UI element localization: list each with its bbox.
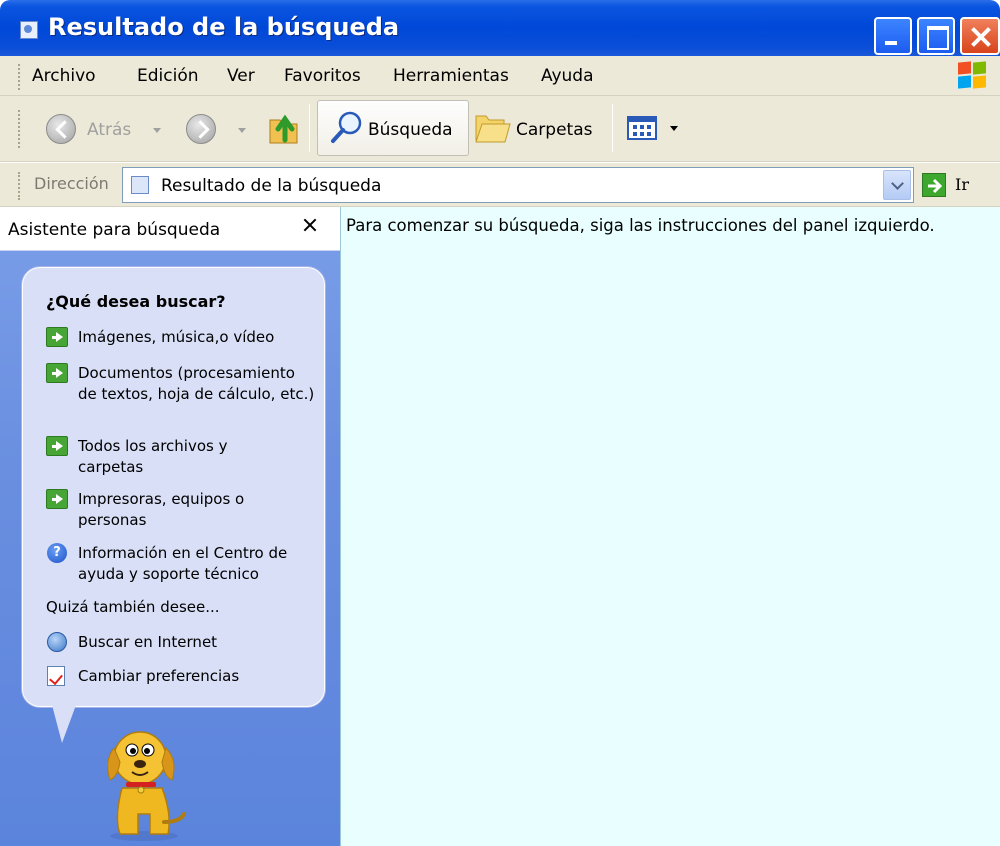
- green-arrow-icon: [46, 327, 68, 347]
- magnifier-icon: [331, 111, 362, 143]
- back-dropdown-icon[interactable]: [153, 128, 161, 133]
- help-question-icon: ?: [47, 543, 67, 563]
- green-arrow-icon: [46, 436, 68, 456]
- option-label[interactable]: Todos los archivos y carpetas: [78, 436, 278, 478]
- views-icon[interactable]: [627, 115, 661, 143]
- address-grip[interactable]: [18, 172, 21, 200]
- minimize-button[interactable]: [874, 17, 912, 55]
- option-label[interactable]: Documentos (procesamiento de textos, hoj…: [78, 363, 318, 405]
- option-all-files[interactable]: Todos los archivos y carpetas: [46, 436, 316, 480]
- menu-favoritos[interactable]: Favoritos: [284, 66, 361, 86]
- address-dropdown-button[interactable]: [883, 170, 911, 200]
- option-label[interactable]: Impresoras, equipos o personas: [78, 489, 278, 531]
- title-bar[interactable]: Resultado de la búsqueda: [0, 0, 1000, 56]
- option-label[interactable]: Cambiar preferencias: [78, 666, 318, 687]
- green-arrow-icon: [46, 489, 68, 509]
- option-documents[interactable]: Documentos (procesamiento de textos, hoj…: [46, 363, 316, 427]
- address-label: Dirección: [34, 174, 109, 193]
- menu-ayuda[interactable]: Ayuda: [541, 66, 594, 86]
- go-arrow-icon[interactable]: [922, 173, 946, 197]
- window-icon[interactable]: [20, 21, 38, 39]
- option-media[interactable]: Imágenes, música,o vídeo: [46, 327, 316, 349]
- preferences-icon: [47, 666, 65, 686]
- folders-icon: [475, 115, 511, 143]
- option-label[interactable]: Información en el Centro de ayuda y sopo…: [78, 543, 318, 585]
- search-button-label[interactable]: Búsqueda: [368, 120, 453, 140]
- search-dog-character-icon[interactable]: [92, 718, 192, 843]
- toolbar-grip[interactable]: [18, 110, 21, 148]
- option-help-center[interactable]: ? Información en el Centro de ayuda y so…: [46, 543, 316, 587]
- menubar-grip[interactable]: [18, 64, 21, 90]
- also-label: Quizá también desee...: [46, 598, 220, 616]
- menu-edicion[interactable]: Edición: [137, 66, 199, 86]
- results-pane[interactable]: Para comenzar su búsqueda, siga las inst…: [340, 207, 1000, 846]
- go-button-label[interactable]: Ir: [955, 175, 969, 194]
- menu-archivo[interactable]: Archivo: [32, 66, 96, 86]
- toolbar-separator: [612, 104, 613, 152]
- folders-button-label[interactable]: Carpetas: [516, 120, 592, 140]
- windows-logo-icon: [958, 61, 988, 90]
- menu-herramientas[interactable]: Herramientas: [393, 66, 509, 86]
- window-title: Resultado de la búsqueda: [48, 13, 400, 41]
- menu-ver[interactable]: Ver: [227, 66, 255, 86]
- close-button[interactable]: [960, 17, 1000, 55]
- address-field[interactable]: Resultado de la búsqueda: [122, 167, 914, 203]
- address-bar: Dirección Resultado de la búsqueda Ir: [0, 163, 1000, 207]
- option-label[interactable]: Imágenes, música,o vídeo: [78, 327, 318, 348]
- search-results-icon: [131, 176, 149, 194]
- option-label[interactable]: Buscar en Internet: [78, 632, 318, 653]
- internet-search-icon: [47, 632, 67, 652]
- back-arrow-icon[interactable]: [46, 114, 76, 144]
- option-printers[interactable]: Impresoras, equipos o personas: [46, 489, 316, 533]
- green-arrow-icon: [46, 363, 68, 383]
- option-change-preferences[interactable]: Cambiar preferencias: [46, 666, 316, 688]
- results-instruction: Para comenzar su búsqueda, siga las inst…: [346, 216, 935, 235]
- pane-close-icon[interactable]: [300, 215, 320, 235]
- option-search-internet[interactable]: Buscar en Internet: [46, 632, 316, 654]
- menu-bar: Archivo Edición Ver Favoritos Herramient…: [0, 56, 1000, 96]
- views-dropdown-icon[interactable]: [670, 126, 678, 131]
- forward-arrow-icon[interactable]: [186, 114, 216, 144]
- forward-dropdown-icon[interactable]: [238, 128, 246, 133]
- toolbar-separator: [309, 104, 310, 152]
- maximize-button[interactable]: [917, 17, 955, 55]
- pane-title: Asistente para búsqueda: [8, 220, 221, 240]
- speech-bubble-tail: [52, 705, 76, 743]
- search-question-heading: ¿Qué desea buscar?: [46, 292, 226, 311]
- back-button-label[interactable]: Atrás: [87, 120, 131, 140]
- pane-header: Asistente para búsqueda: [0, 207, 340, 251]
- up-folder-icon[interactable]: [267, 110, 303, 146]
- address-value[interactable]: Resultado de la búsqueda: [161, 176, 381, 196]
